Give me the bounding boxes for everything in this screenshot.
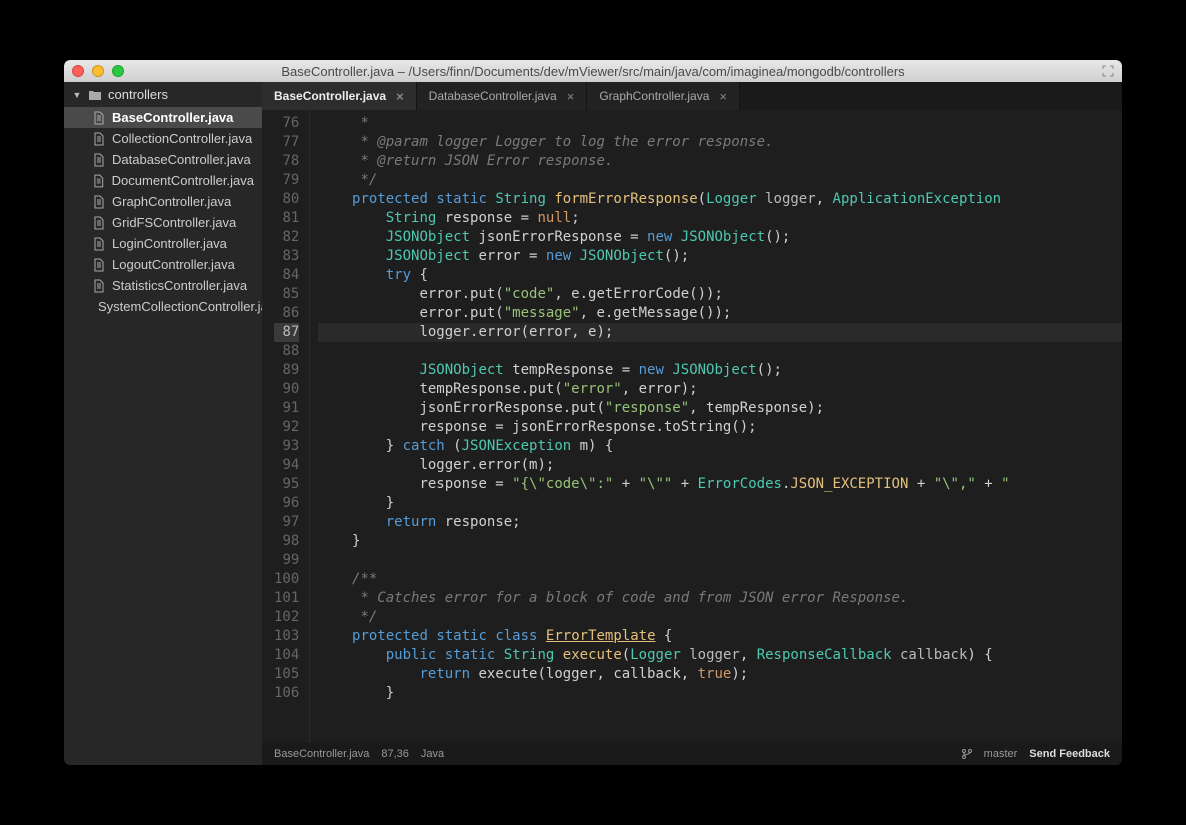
code-line[interactable]: error.put("message", e.getMessage()); xyxy=(318,304,1122,323)
code-line[interactable]: } catch (JSONException m) { xyxy=(318,437,1122,456)
code-line[interactable]: logger.error(error, e); xyxy=(318,323,1122,342)
window-title: BaseController.java – /Users/finn/Docume… xyxy=(64,64,1122,79)
code-line[interactable]: * Catches error for a block of code and … xyxy=(318,589,1122,608)
code-line[interactable] xyxy=(318,342,1122,361)
code-line[interactable]: * @param logger Logger to log the error … xyxy=(318,133,1122,152)
sidebar-file-label: StatisticsController.java xyxy=(112,278,247,293)
code-line[interactable]: JSONObject error = new JSONObject(); xyxy=(318,247,1122,266)
tab-label: DatabaseController.java xyxy=(429,89,557,103)
file-icon xyxy=(92,216,106,230)
editor-area: BaseController.java×DatabaseController.j… xyxy=(262,82,1122,765)
code-line[interactable] xyxy=(318,551,1122,570)
tab-label: GraphController.java xyxy=(599,89,709,103)
line-gutter: 7677787980818283848586878889909192939495… xyxy=(262,110,310,743)
code-line[interactable]: * @return JSON Error response. xyxy=(318,152,1122,171)
code-line[interactable]: error.put("code", e.getErrorCode()); xyxy=(318,285,1122,304)
sidebar-file-item[interactable]: DocumentController.java xyxy=(64,170,262,191)
code-line[interactable]: String response = null; xyxy=(318,209,1122,228)
code-line[interactable]: } xyxy=(318,684,1122,703)
zoom-window-button[interactable] xyxy=(112,65,124,77)
send-feedback-link[interactable]: Send Feedback xyxy=(1029,748,1110,760)
sidebar-file-item[interactable]: BaseController.java xyxy=(64,107,262,128)
code-line[interactable]: protected static String formErrorRespons… xyxy=(318,190,1122,209)
code-line[interactable]: JSONObject jsonErrorResponse = new JSONO… xyxy=(318,228,1122,247)
file-icon xyxy=(92,174,106,188)
sidebar-file-label: GraphController.java xyxy=(112,194,231,209)
sidebar-file-label: LogoutController.java xyxy=(112,257,235,272)
code-content[interactable]: * * @param logger Logger to log the erro… xyxy=(310,110,1122,743)
code-line[interactable]: public static String execute(Logger logg… xyxy=(318,646,1122,665)
sidebar-file-item[interactable]: GridFSController.java xyxy=(64,212,262,233)
sidebar-file-item[interactable]: StatisticsController.java xyxy=(64,275,262,296)
editor-tab[interactable]: DatabaseController.java × xyxy=(417,82,588,110)
code-line[interactable]: * xyxy=(318,114,1122,133)
code-line[interactable]: return response; xyxy=(318,513,1122,532)
code-line[interactable]: } xyxy=(318,532,1122,551)
file-icon xyxy=(92,111,106,125)
code-line[interactable]: */ xyxy=(318,608,1122,627)
expand-icon[interactable] xyxy=(1102,65,1114,77)
code-line[interactable]: tempResponse.put("error", error); xyxy=(318,380,1122,399)
sidebar-file-label: LoginController.java xyxy=(112,236,227,251)
minimize-window-button[interactable] xyxy=(92,65,104,77)
file-icon xyxy=(92,153,106,167)
file-icon xyxy=(92,279,106,293)
sidebar-file-label: DatabaseController.java xyxy=(112,152,251,167)
file-icon xyxy=(92,258,106,272)
close-tab-icon[interactable]: × xyxy=(396,89,404,104)
file-icon xyxy=(92,195,106,209)
close-window-button[interactable] xyxy=(72,65,84,77)
tab-label: BaseController.java xyxy=(274,89,386,103)
folder-row[interactable]: ▼ controllers xyxy=(64,82,262,107)
code-line[interactable]: JSONObject tempResponse = new JSONObject… xyxy=(318,361,1122,380)
code-line[interactable]: /** xyxy=(318,570,1122,589)
chevron-down-icon: ▼ xyxy=(72,90,82,100)
file-icon xyxy=(92,237,106,251)
sidebar-file-item[interactable]: CollectionController.java xyxy=(64,128,262,149)
code-line[interactable]: logger.error(m); xyxy=(318,456,1122,475)
folder-icon xyxy=(88,88,102,102)
sidebar-file-label: BaseController.java xyxy=(112,110,233,125)
sidebar-file-item[interactable]: GraphController.java xyxy=(64,191,262,212)
tab-bar: BaseController.java×DatabaseController.j… xyxy=(262,82,1122,110)
titlebar[interactable]: BaseController.java – /Users/finn/Docume… xyxy=(64,60,1122,82)
file-icon xyxy=(92,132,106,146)
editor-window: BaseController.java – /Users/finn/Docume… xyxy=(64,60,1122,765)
sidebar-file-item[interactable]: LogoutController.java xyxy=(64,254,262,275)
status-branch[interactable]: master xyxy=(984,748,1018,760)
status-position: 87,36 xyxy=(381,748,409,760)
code-line[interactable]: */ xyxy=(318,171,1122,190)
sidebar-file-item[interactable]: SystemCollectionController.java xyxy=(64,296,262,317)
code-editor[interactable]: 7677787980818283848586878889909192939495… xyxy=(262,110,1122,743)
sidebar-file-label: GridFSController.java xyxy=(112,215,236,230)
file-tree-sidebar: ▼ controllers BaseController.java Collect… xyxy=(64,82,262,765)
editor-tab[interactable]: BaseController.java × xyxy=(262,82,417,110)
sidebar-file-label: DocumentController.java xyxy=(112,173,254,188)
status-bar: BaseController.java 87,36 Java master Se… xyxy=(262,743,1122,765)
code-line[interactable]: response = "{\"code\":" + "\"" + ErrorCo… xyxy=(318,475,1122,494)
traffic-lights xyxy=(72,65,124,77)
code-line[interactable]: return execute(logger, callback, true); xyxy=(318,665,1122,684)
code-line[interactable]: jsonErrorResponse.put("response", tempRe… xyxy=(318,399,1122,418)
git-branch-icon xyxy=(962,749,972,759)
sidebar-file-label: CollectionController.java xyxy=(112,131,252,146)
code-line[interactable]: } xyxy=(318,494,1122,513)
sidebar-file-item[interactable]: LoginController.java xyxy=(64,233,262,254)
close-tab-icon[interactable]: × xyxy=(719,89,727,104)
status-language[interactable]: Java xyxy=(421,748,444,760)
code-line[interactable]: protected static class ErrorTemplate { xyxy=(318,627,1122,646)
sidebar-file-item[interactable]: DatabaseController.java xyxy=(64,149,262,170)
code-line[interactable]: response = jsonErrorResponse.toString(); xyxy=(318,418,1122,437)
status-file: BaseController.java xyxy=(274,748,369,760)
sidebar-file-label: SystemCollectionController.java xyxy=(98,299,262,314)
code-line[interactable]: try { xyxy=(318,266,1122,285)
close-tab-icon[interactable]: × xyxy=(567,89,575,104)
folder-label: controllers xyxy=(108,87,168,102)
editor-tab[interactable]: GraphController.java × xyxy=(587,82,740,110)
